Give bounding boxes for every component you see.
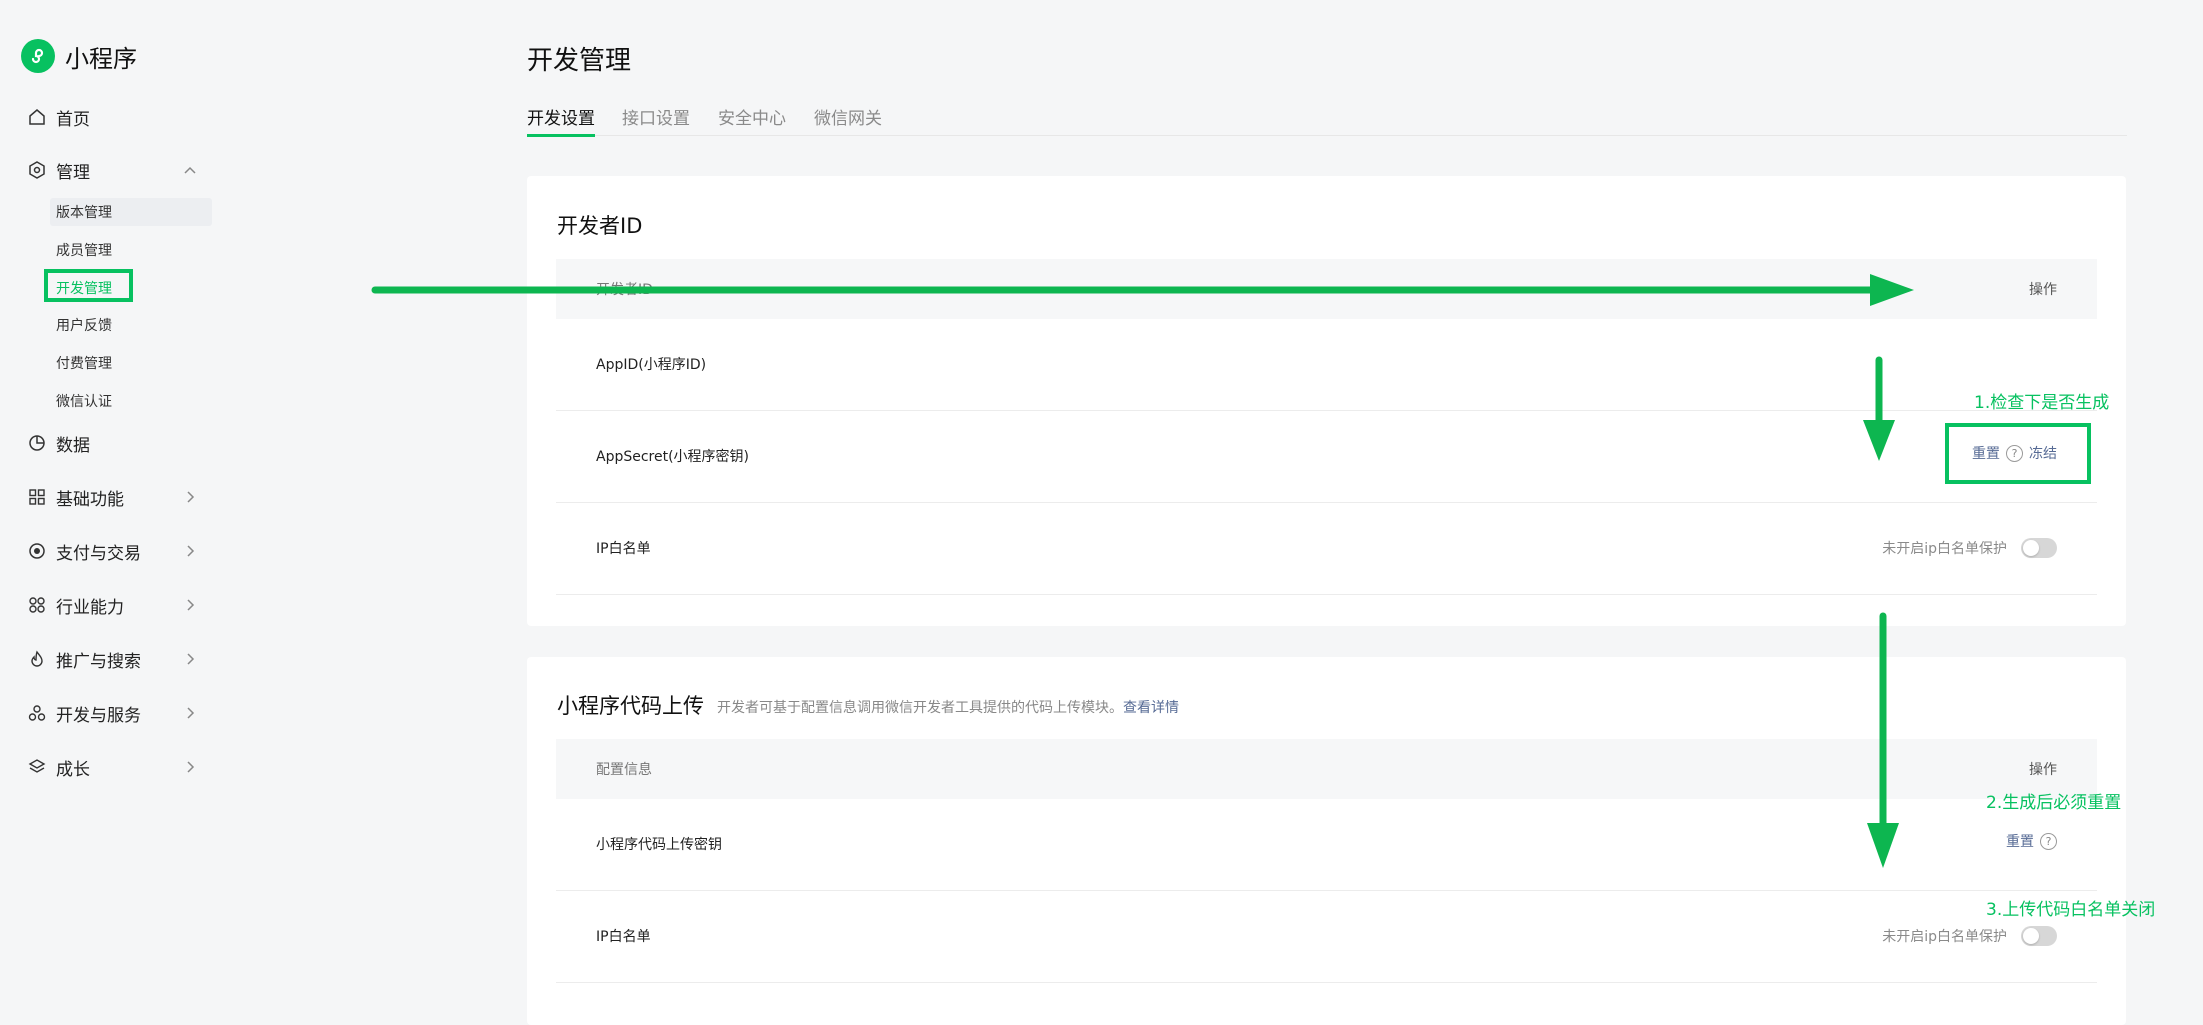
pie-icon	[28, 434, 46, 452]
industry-icon	[28, 596, 46, 614]
ip-whitelist-status: 未开启ip白名单保护	[1882, 541, 2007, 557]
sub-item-version[interactable]: 版本管理	[50, 198, 212, 226]
sidebar-item-label: 开发与服务	[56, 705, 141, 726]
card-description: 开发者可基于配置信息调用微信开发者工具提供的代码上传模块。查看详情	[717, 697, 1179, 717]
sidebar-item-home[interactable]: 首页	[28, 102, 198, 132]
sidebar-item-basic[interactable]: 基础功能	[28, 482, 198, 512]
table-row-ip-whitelist: IP白名单 未开启ip白名单保护	[556, 503, 2097, 595]
chevron-right-icon	[182, 597, 198, 613]
table-row-upload-ip-whitelist: IP白名单 未开启ip白名单保护	[556, 891, 2097, 983]
tab-wechat-gateway[interactable]: 微信网关	[814, 104, 882, 136]
sidebar-item-label: 基础功能	[56, 489, 124, 510]
annotation-step1: 1.检查下是否生成	[1974, 393, 2110, 413]
column-header: 配置信息	[596, 762, 652, 778]
row-actions: 未开启ip白名单保护	[1882, 538, 2057, 558]
row-label: IP白名单	[596, 929, 651, 945]
tab-api-settings[interactable]: 接口设置	[622, 104, 690, 136]
card-title: 小程序代码上传	[557, 694, 704, 718]
chevron-right-icon	[182, 543, 198, 559]
sidebar-item-label: 行业能力	[56, 597, 124, 618]
table-row-appsecret: AppSecret(小程序密钥) 重置 ? 冻结	[556, 411, 2097, 503]
row-label: 小程序代码上传密钥	[596, 837, 722, 853]
highlight-box-secret-actions	[1945, 423, 2091, 484]
promote-icon	[28, 650, 46, 668]
page-title: 开发管理	[527, 46, 632, 76]
chevron-right-icon	[182, 705, 198, 721]
sidebar-item-dev-service[interactable]: 开发与服务	[28, 698, 198, 728]
mini-program-logo-icon	[21, 39, 55, 73]
reset-link[interactable]: 重置	[2006, 831, 2034, 851]
card-title: 开发者ID	[557, 214, 643, 238]
sidebar-item-growth[interactable]: 成长	[28, 752, 198, 782]
sidebar-item-promote[interactable]: 推广与搜索	[28, 644, 198, 674]
table-header: 配置信息 操作	[556, 739, 2097, 799]
grid-icon	[28, 488, 46, 506]
row-label: AppSecret(小程序密钥)	[596, 449, 750, 465]
highlight-box-dev-manage	[44, 269, 133, 302]
sidebar-item-manage[interactable]: 管理	[28, 155, 198, 185]
chevron-right-icon	[182, 651, 198, 667]
sidebar-item-label: 数据	[56, 435, 90, 456]
ip-whitelist-toggle[interactable]	[2021, 538, 2057, 558]
sub-item-paid[interactable]: 付费管理	[50, 349, 212, 377]
pay-icon	[28, 542, 46, 560]
sidebar-item-industry[interactable]: 行业能力	[28, 590, 198, 620]
home-icon	[28, 108, 46, 126]
brand-name: 小程序	[65, 44, 137, 73]
tab-security-center[interactable]: 安全中心	[718, 104, 786, 136]
table-row-upload-key: 小程序代码上传密钥 重置 ?	[556, 799, 2097, 891]
description-text: 开发者可基于配置信息调用微信开发者工具提供的代码上传模块。	[717, 700, 1123, 716]
code-upload-card: 小程序代码上传 开发者可基于配置信息调用微信开发者工具提供的代码上传模块。查看详…	[527, 657, 2126, 1025]
sidebar-item-label: 管理	[56, 162, 90, 183]
settings-hex-icon	[28, 161, 46, 179]
row-label: IP白名单	[596, 541, 651, 557]
column-header: 开发者ID	[596, 282, 653, 298]
view-details-link[interactable]: 查看详情	[1123, 700, 1179, 716]
table-row-appid: AppID(小程序ID)	[556, 319, 2097, 411]
sidebar-item-pay[interactable]: 支付与交易	[28, 536, 198, 566]
annotation-step3: 3.上传代码白名单关闭	[1986, 900, 2156, 920]
row-label: AppID(小程序ID)	[596, 357, 707, 373]
sub-item-members[interactable]: 成员管理	[50, 236, 212, 264]
dev-icon	[28, 704, 46, 722]
sidebar-item-data[interactable]: 数据	[28, 428, 198, 458]
chevron-right-icon	[182, 759, 198, 775]
brand[interactable]: 小程序	[21, 38, 137, 74]
chevron-up-icon	[182, 162, 198, 178]
sidebar-item-label: 成长	[56, 759, 90, 780]
table-header: 开发者ID 操作	[556, 259, 2097, 319]
ip-whitelist-status: 未开启ip白名单保护	[1882, 929, 2007, 945]
sub-item-wechat-verify[interactable]: 微信认证	[50, 387, 212, 415]
chevron-right-icon	[182, 489, 198, 505]
annotation-step2: 2.生成后必须重置	[1986, 793, 2122, 813]
sidebar-item-label: 首页	[56, 109, 90, 130]
tab-dev-settings[interactable]: 开发设置	[527, 104, 595, 137]
tab-bar: 开发设置 接口设置 安全中心 微信网关	[527, 100, 2127, 137]
sub-item-feedback[interactable]: 用户反馈	[50, 311, 212, 339]
column-header-action: 操作	[2029, 762, 2057, 778]
growth-icon	[28, 758, 46, 776]
sidebar-item-label: 支付与交易	[56, 543, 141, 564]
help-icon[interactable]: ?	[2040, 832, 2057, 850]
sidebar: 小程序 首页 管理 版本管理 成员管理 开发管理 用户反馈 付费管理 微信认证 …	[0, 0, 230, 1025]
sidebar-item-label: 推广与搜索	[56, 651, 141, 672]
upload-ip-whitelist-toggle[interactable]	[2021, 926, 2057, 946]
row-actions: 重置 ?	[2006, 831, 2057, 851]
column-header-action: 操作	[2029, 282, 2057, 298]
row-actions: 未开启ip白名单保护	[1882, 926, 2057, 946]
developer-id-card: 开发者ID 开发者ID 操作 AppID(小程序ID) AppSecret(小程…	[527, 176, 2126, 626]
